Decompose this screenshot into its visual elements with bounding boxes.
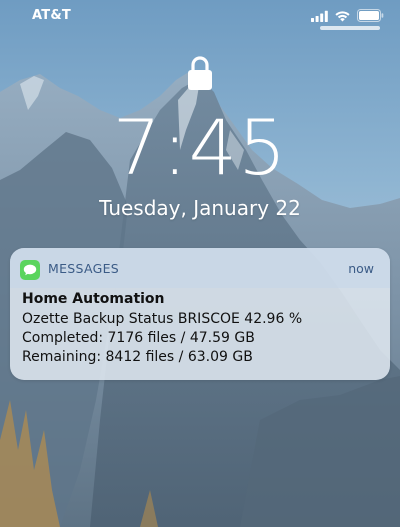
signal-bars-icon xyxy=(311,10,328,22)
notification-line: Ozette Backup Status BRISCOE 42.96 % xyxy=(22,311,303,327)
wifi-icon xyxy=(335,10,350,21)
status-bar: AT&T xyxy=(0,0,400,34)
lock-screen-time: 7:45 xyxy=(112,103,288,192)
lock-screen-date: Tuesday, January 22 xyxy=(99,196,301,220)
lock-icon xyxy=(188,56,212,90)
message-notification[interactable]: MESSAGES now Home Automation Ozette Back… xyxy=(10,248,390,380)
battery-icon xyxy=(357,9,384,22)
status-icons xyxy=(311,9,384,22)
carrier-name: AT&T xyxy=(32,8,71,23)
notification-app-name: MESSAGES xyxy=(48,261,120,276)
notification-header: MESSAGES now xyxy=(10,248,390,288)
status-bar-indicator xyxy=(320,26,380,30)
messages-icon xyxy=(20,260,40,280)
notification-time: now xyxy=(348,261,374,276)
notification-line: Completed: 7176 files / 47.59 GB xyxy=(22,330,255,346)
notification-title: Home Automation xyxy=(22,291,165,307)
notification-line: Remaining: 8412 files / 63.09 GB xyxy=(22,349,253,365)
notification-body: Home Automation Ozette Backup Status BRI… xyxy=(22,290,378,367)
lock-screen: AT&T 7:45 Tuesday, January 22 MESSAGES n… xyxy=(0,0,400,527)
